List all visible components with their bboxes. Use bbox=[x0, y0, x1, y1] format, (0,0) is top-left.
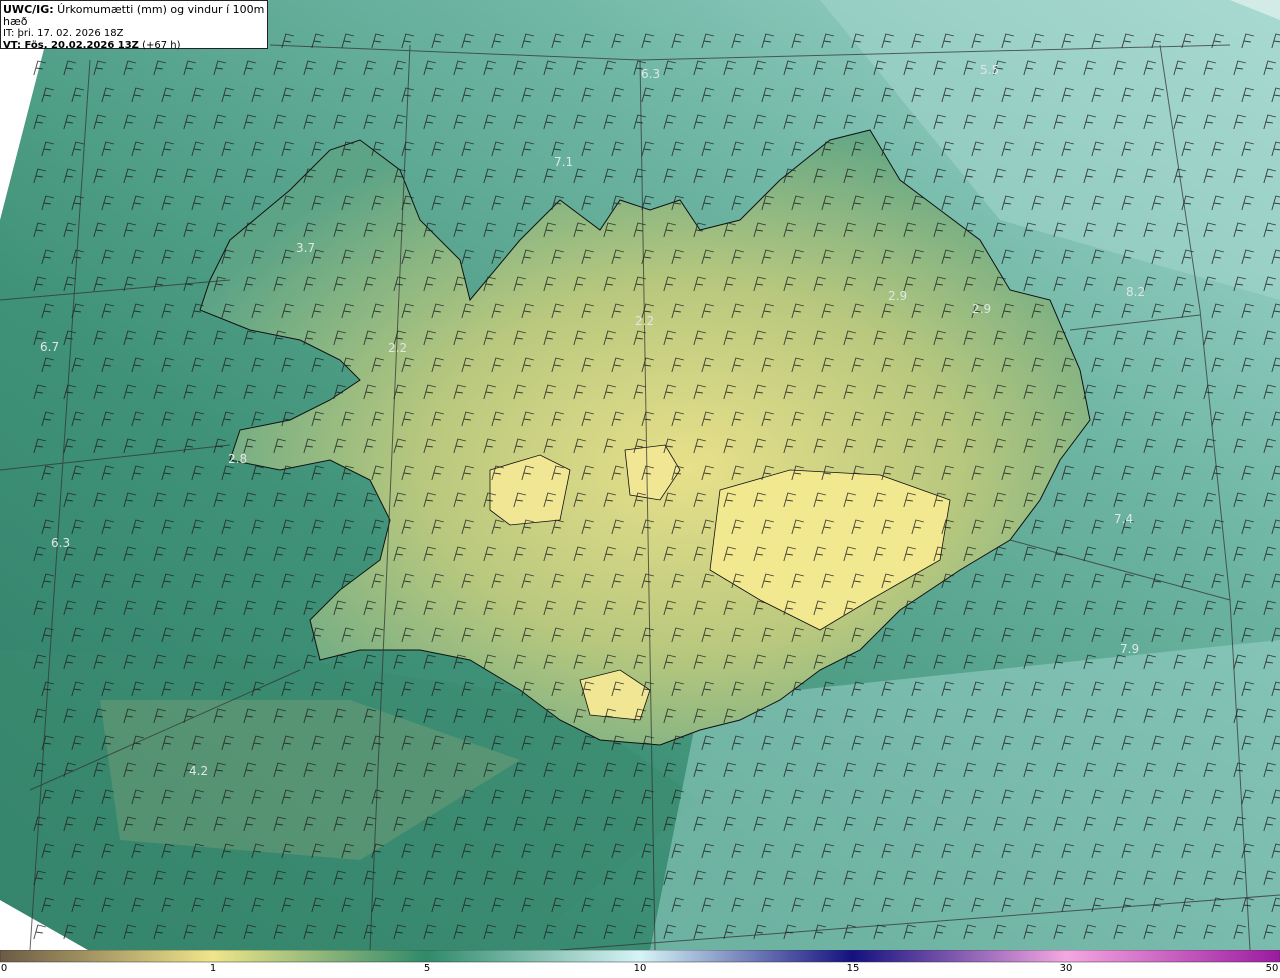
colorbar-tick-50: 50 bbox=[1265, 963, 1279, 974]
map-label: 2.2 bbox=[388, 341, 407, 355]
map-label: 5.5 bbox=[980, 63, 999, 77]
init-time: IT: þri. 17. 02. 2026 18Z bbox=[3, 28, 124, 39]
map-label: 7.9 bbox=[1120, 642, 1139, 656]
map-label: 7.1 bbox=[554, 155, 573, 169]
valid-time-bold: VT: Fös. 20.02.2026 13Z bbox=[3, 40, 139, 51]
colorbar-tick-10: 10 bbox=[633, 963, 647, 974]
map-label: 7.4 bbox=[1114, 512, 1133, 526]
map-label: 6.3 bbox=[641, 67, 660, 81]
valid-time-suffix: (+67 h) bbox=[138, 40, 181, 51]
precipitation-wind-map: 6.3 5.5 7.1 3.7 2.9 2.9 8.2 6.7 2.2 2.2 … bbox=[0, 0, 1280, 950]
map-label: 2.9 bbox=[972, 302, 991, 316]
colorbar-gradient bbox=[0, 950, 1280, 963]
colorbar-tick-30: 30 bbox=[1059, 963, 1073, 974]
map-label: 6.7 bbox=[40, 340, 59, 354]
map-label: 2.8 bbox=[228, 452, 247, 466]
map-label: 6.3 bbox=[51, 536, 70, 550]
map-label: 3.7 bbox=[296, 241, 315, 255]
colorbar-tick-1: 1 bbox=[209, 963, 217, 974]
map-label: 2.2 bbox=[635, 314, 654, 328]
map-label: 8.2 bbox=[1126, 285, 1145, 299]
colorbar-tick-5: 5 bbox=[423, 963, 431, 974]
map-info-box: UWC/IG: Úrkomumætti (mm) og vindur í 100… bbox=[0, 0, 268, 52]
map-label: 2.9 bbox=[888, 289, 907, 303]
colorbar-tick-0: 0 bbox=[0, 963, 8, 974]
colorbar-tick-15: 15 bbox=[846, 963, 860, 974]
map-title: UWC/IG: Úrkomumætti (mm) og vindur í 100… bbox=[3, 4, 265, 28]
valid-time: VT: Fös. 20.02.2026 13Z (+67 h) bbox=[3, 40, 265, 52]
map-label: 4.2 bbox=[189, 764, 208, 778]
